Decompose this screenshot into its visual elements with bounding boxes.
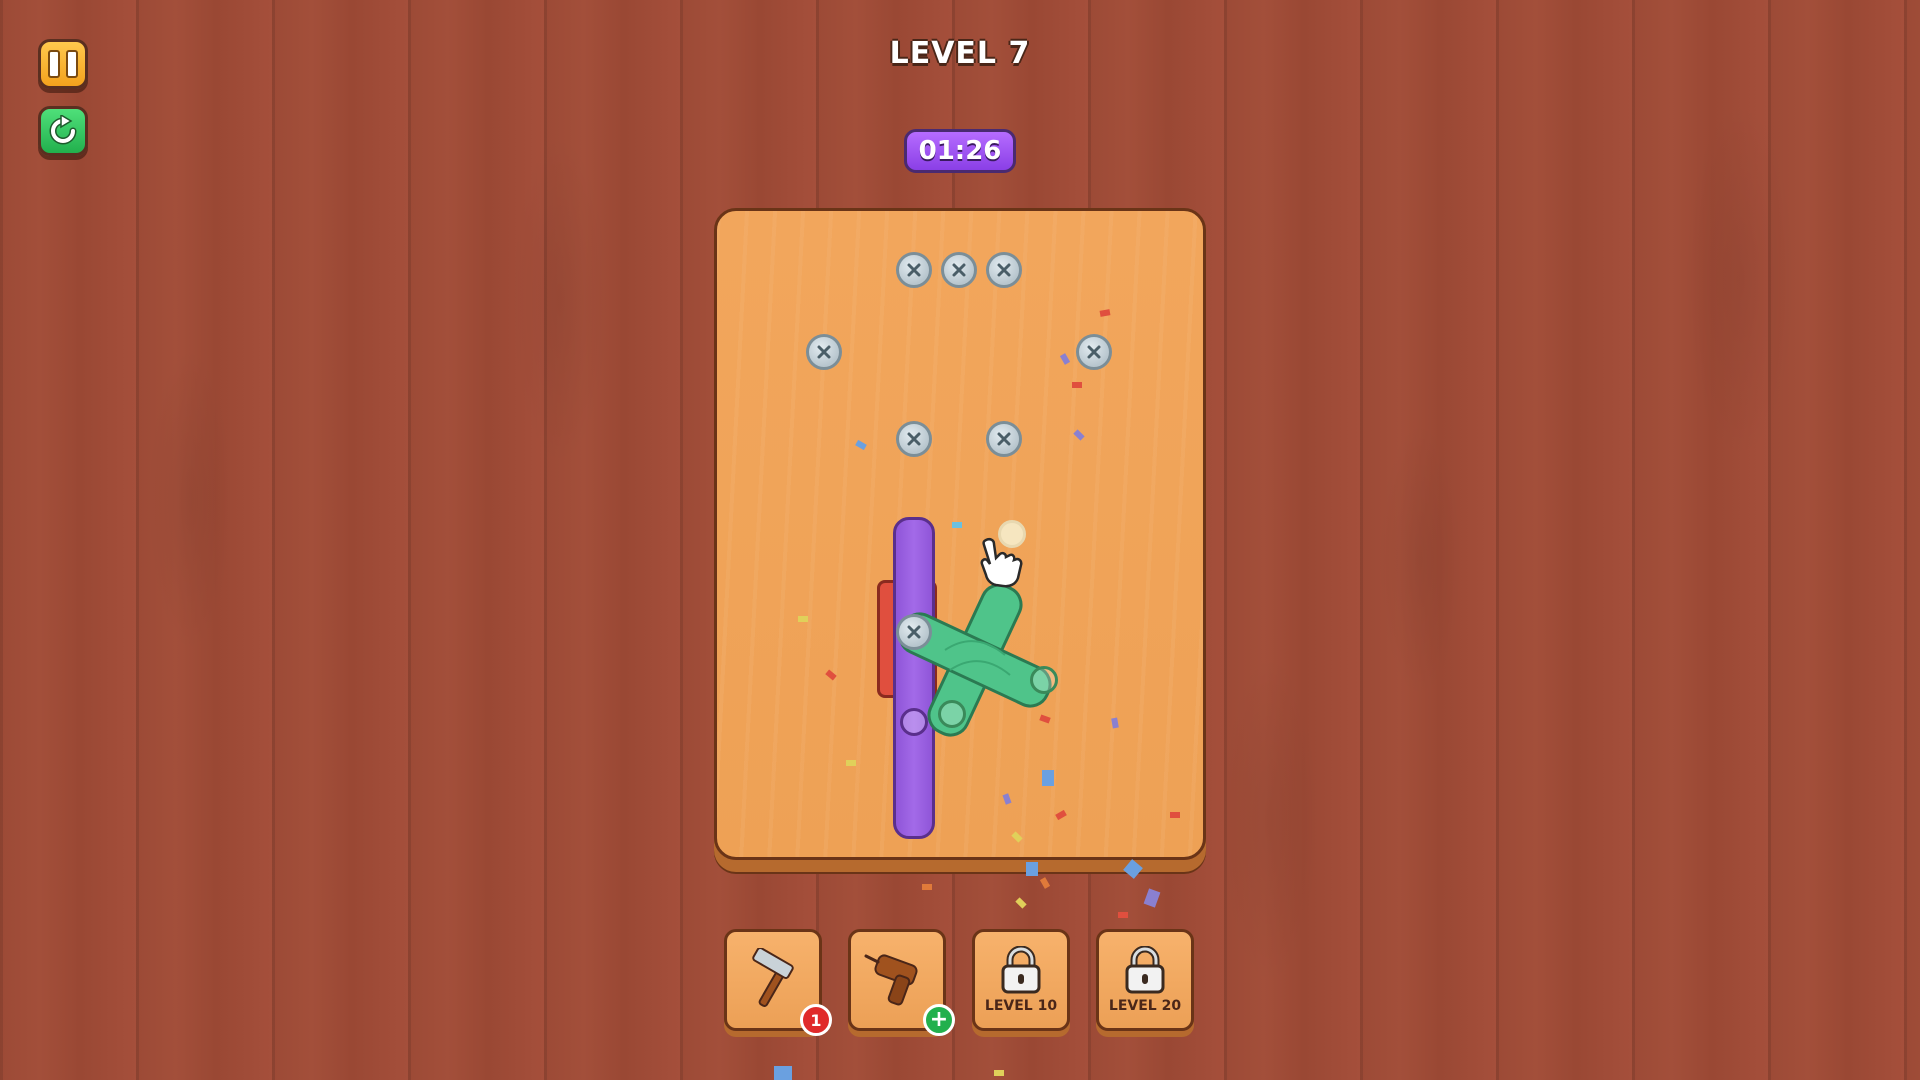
screw[interactable] [806,334,842,370]
screw[interactable] [896,421,932,457]
lock-icon [1001,946,1041,994]
confetti [922,884,932,890]
confetti [798,616,808,622]
green-cross-plank[interactable] [870,560,1080,760]
green-plank-hole [938,700,966,728]
hammer-icon [752,948,794,1007]
locked-tool-button[interactable]: LEVEL 10 [972,929,1070,1031]
restart-icon [49,115,77,145]
confetti [1143,888,1161,908]
lock-level-label: LEVEL 20 [1108,998,1182,1014]
plus-icon: + [929,1007,949,1032]
hand-pointer-icon [980,537,1023,588]
drill-icon [864,954,918,1006]
timer: 01:26 [904,129,1016,173]
screw[interactable] [941,252,977,288]
confetti [1039,877,1051,889]
screw[interactable] [986,421,1022,457]
confetti [1118,912,1128,918]
lock-level-label: LEVEL 10 [984,998,1058,1014]
confetti [1042,770,1054,786]
screw[interactable] [986,252,1022,288]
level-title: LEVEL 7 [889,36,1031,71]
screw[interactable] [896,614,932,650]
confetti [1170,812,1180,818]
restart-button[interactable] [38,106,88,156]
confetti [846,760,856,766]
hammer-count-badge: 1 [800,1004,832,1036]
confetti [1026,862,1038,876]
green-plank-hole [1030,666,1058,694]
purple-plank-hole [900,708,928,736]
confetti [952,522,962,528]
confetti [1072,382,1082,388]
confetti [994,1070,1004,1076]
drill-add-badge[interactable]: + [923,1004,955,1036]
lock-icon [1125,946,1165,994]
confetti [1123,859,1143,879]
confetti [774,1066,792,1080]
confetti [1015,897,1027,909]
game-board [714,208,1206,860]
screw[interactable] [896,252,932,288]
screw[interactable] [1076,334,1112,370]
locked-tool-button[interactable]: LEVEL 20 [1096,929,1194,1031]
